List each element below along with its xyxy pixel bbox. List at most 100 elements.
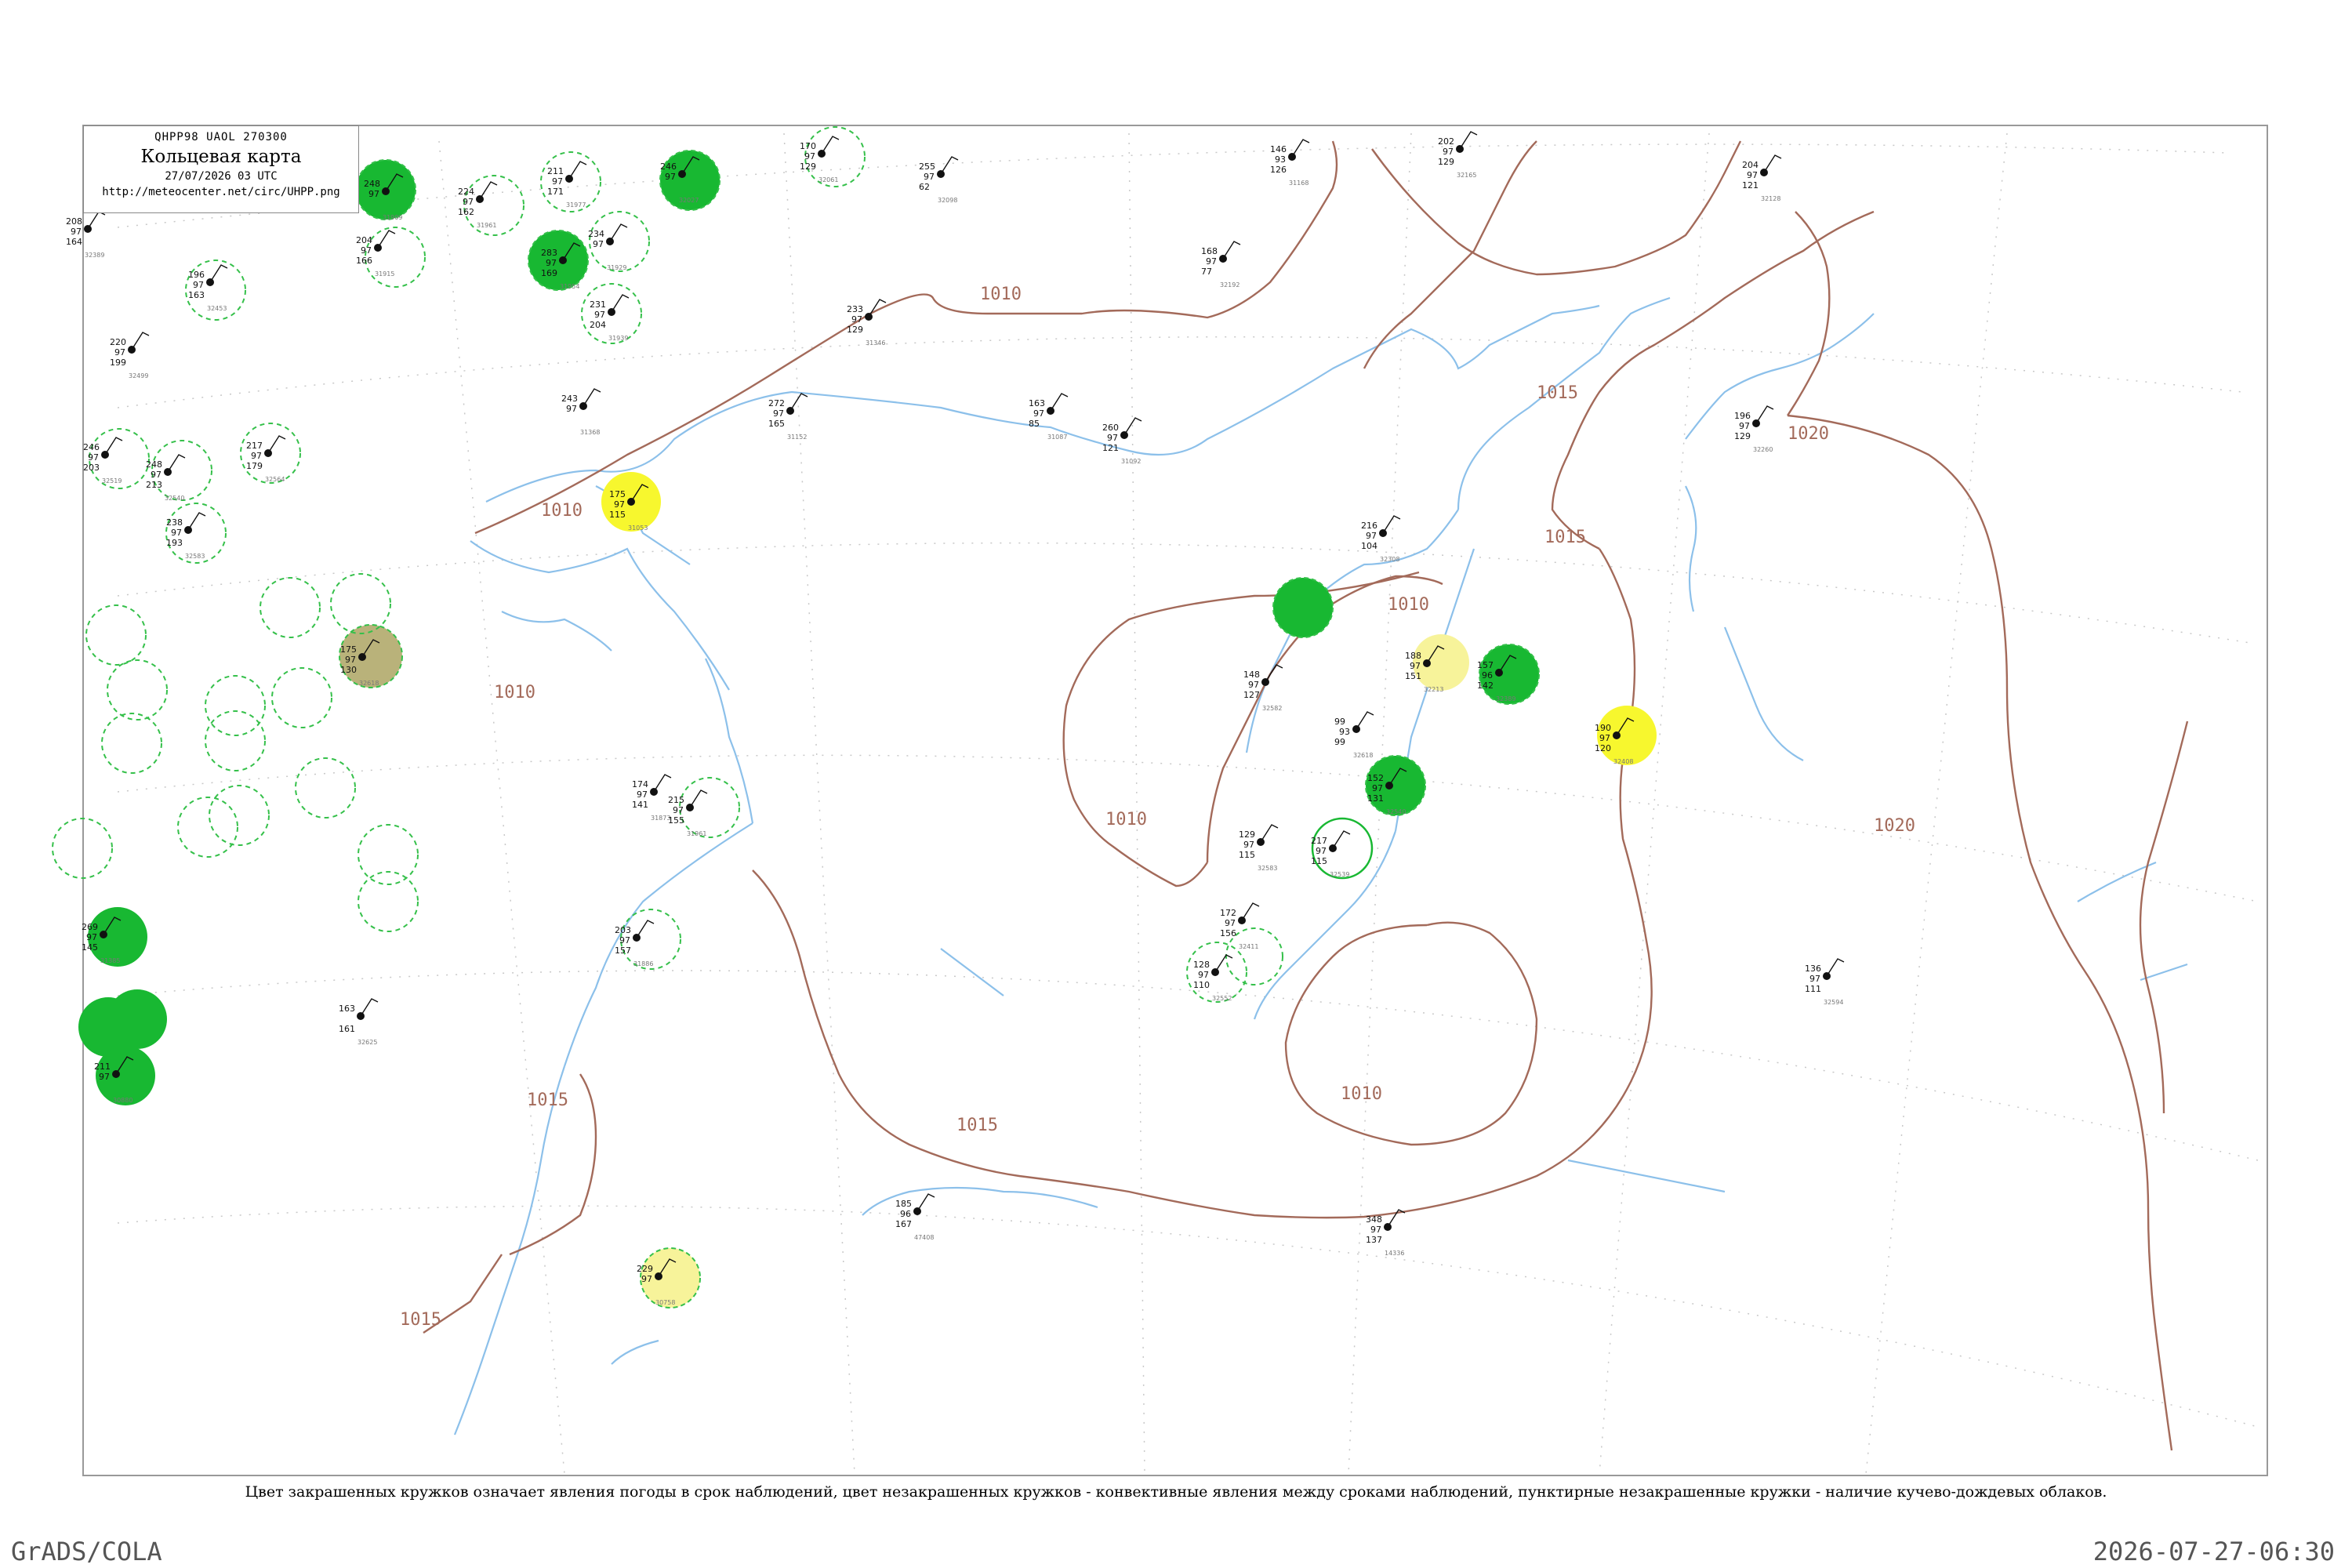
station-value: 156 xyxy=(1220,928,1236,938)
station-pressure: 170 xyxy=(800,141,816,151)
station-temperature: 97 xyxy=(1206,256,1217,267)
station-id: 32061 xyxy=(818,176,838,183)
station-pressure: 204 xyxy=(356,235,372,245)
isobar-label: 1015 xyxy=(956,1116,998,1135)
station-pressure: 175 xyxy=(340,644,357,655)
station-temperature: 97 xyxy=(1739,421,1750,431)
station-pressure: 128 xyxy=(1193,960,1210,970)
isobar-label: 1020 xyxy=(1788,424,1829,444)
station-temperature: 97 xyxy=(1225,918,1236,928)
station-temperature: 97 xyxy=(86,932,97,942)
station-temperature: 97 xyxy=(151,470,162,480)
isobar-label: 1015 xyxy=(400,1310,441,1330)
station-id: 32027 xyxy=(679,197,699,204)
station-temperature: 97 xyxy=(1410,661,1421,671)
isobar-label: 1010 xyxy=(494,683,535,702)
light-precip-marker[interactable] xyxy=(1413,634,1469,691)
station-pressure: 196 xyxy=(1734,411,1751,421)
station-id: 32165 xyxy=(1457,172,1476,179)
station-temperature: 97 xyxy=(345,655,356,665)
station-id: 47408 xyxy=(914,1234,934,1241)
station-id: 31087 xyxy=(1047,434,1067,441)
station-pressure: 217 xyxy=(1311,836,1327,846)
station-temperature: 97 xyxy=(593,239,604,249)
station-value: 157 xyxy=(615,946,631,956)
station-temperature: 97 xyxy=(1243,840,1254,850)
station-pressure: 272 xyxy=(768,398,785,408)
station-temperature: 97 xyxy=(1316,846,1327,856)
map-legend: QHPP98 UAOL 270300 Кольцевая карта 27/07… xyxy=(83,125,359,213)
station-id: 31915 xyxy=(375,270,394,278)
station-id: 30758 xyxy=(655,1299,675,1306)
map-title: Кольцевая карта xyxy=(140,147,302,167)
station-value: 129 xyxy=(800,162,816,172)
station-value: 193 xyxy=(166,538,183,548)
station-temperature: 97 xyxy=(1809,974,1820,984)
station-pressure: 208 xyxy=(66,216,82,227)
station-id: 30880 xyxy=(113,1097,132,1104)
station-pressure: 172 xyxy=(1220,908,1236,918)
station-id: 32128 xyxy=(1761,195,1780,202)
station-id: 32582 xyxy=(1262,705,1282,712)
station-value: 115 xyxy=(1311,856,1327,866)
station-id: 32583 xyxy=(1258,865,1277,872)
station-value: 137 xyxy=(1366,1235,1382,1245)
station-id: 31346 xyxy=(866,339,885,347)
station-temperature: 97 xyxy=(924,172,935,182)
station-pressure: 203 xyxy=(615,925,631,935)
station-pressure: 204 xyxy=(1742,160,1759,170)
station-id: 32519 xyxy=(102,477,122,485)
station-value: 163 xyxy=(188,290,205,300)
station-value: 166 xyxy=(356,256,372,266)
station-value: 129 xyxy=(1734,431,1751,441)
weather-map: 1010 1010 1010 1010 1010 1010 1015 1015 … xyxy=(52,125,2268,1476)
render-timestamp: 2026-07-27-06:30 xyxy=(2092,1537,2335,1566)
bulletin-code: QHPP98 UAOL 270300 xyxy=(154,131,288,143)
station-id: 31168 xyxy=(1289,180,1308,187)
storm-marker[interactable] xyxy=(528,230,589,291)
station-temperature: 97 xyxy=(251,451,262,461)
station-pressure: 136 xyxy=(1805,964,1821,974)
station-pressure: 190 xyxy=(1595,723,1611,733)
station-value: 179 xyxy=(246,461,263,471)
station-temperature: 97 xyxy=(804,151,815,162)
station-temperature: 97 xyxy=(566,404,577,414)
map-frame xyxy=(82,125,2268,1476)
station-pressure: 224 xyxy=(458,187,474,197)
station-pressure: 202 xyxy=(1438,136,1454,147)
station-value: 141 xyxy=(632,800,648,810)
storm-marker[interactable] xyxy=(1272,577,1334,638)
station-id: 31954 xyxy=(560,283,579,290)
station-temperature: 97 xyxy=(619,935,630,946)
map-datetime: 27/07/2026 03 UTC xyxy=(165,170,278,183)
station-value: 199 xyxy=(110,358,126,368)
station-id: 32411 xyxy=(1239,943,1258,950)
station-pressure: 174 xyxy=(632,779,648,789)
station-id: 31977 xyxy=(566,201,586,209)
station-value: 126 xyxy=(1270,165,1287,175)
station-value: 204 xyxy=(590,320,606,330)
station-temperature: 97 xyxy=(193,280,204,290)
station-value: 111 xyxy=(1805,984,1821,994)
station-value: 162 xyxy=(458,207,474,217)
station-temperature: 97 xyxy=(673,805,684,815)
station-pressure: 260 xyxy=(1102,423,1119,433)
station-id: 32192 xyxy=(1220,281,1240,289)
station-id: 32625 xyxy=(358,1039,377,1046)
station-id: 32618 xyxy=(359,680,379,687)
map-url[interactable]: http://meteocenter.net/circ/UHPP.png xyxy=(84,186,358,198)
station-id: 32260 xyxy=(1753,446,1773,453)
station-temperature: 97 xyxy=(1248,680,1259,690)
isobar-label: 1010 xyxy=(1341,1084,1382,1104)
station-value: 165 xyxy=(768,419,785,429)
station-id: 31961 xyxy=(477,222,496,229)
storm-marker[interactable] xyxy=(107,989,167,1049)
isobar-label: 1015 xyxy=(1537,383,1578,403)
station-pressure: 216 xyxy=(1361,521,1377,531)
station-pressure: 243 xyxy=(561,394,578,404)
station-pressure: 248 xyxy=(364,179,380,189)
station-id: 32583 xyxy=(185,553,205,560)
station-temperature: 97 xyxy=(1370,1225,1381,1235)
station-temperature: 97 xyxy=(614,499,625,510)
station-pressure: 233 xyxy=(847,304,863,314)
